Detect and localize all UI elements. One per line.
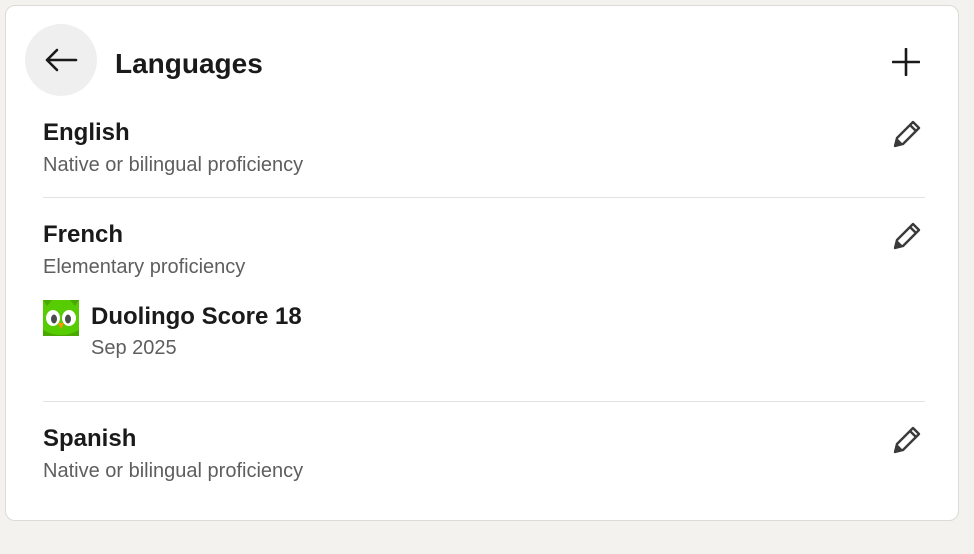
edit-spanish-button[interactable] xyxy=(889,422,925,458)
add-language-button[interactable] xyxy=(886,42,926,82)
language-item-french: French Elementary proficiency xyxy=(43,220,925,281)
divider xyxy=(43,197,925,198)
divider xyxy=(43,401,925,402)
language-name: Spanish xyxy=(43,425,137,452)
page-title: Languages xyxy=(115,48,263,79)
plus-icon xyxy=(892,48,920,76)
language-item-spanish: Spanish Native or bilingual proficiency xyxy=(43,424,925,485)
language-name: English xyxy=(43,119,130,146)
edit-french-button[interactable] xyxy=(889,218,925,254)
language-proficiency: Native or bilingual proficiency xyxy=(43,154,304,176)
language-item-english: English Native or bilingual proficiency xyxy=(43,118,925,179)
pencil-icon xyxy=(893,120,921,148)
certification-date: Sep 2025 xyxy=(91,337,177,359)
languages-card: Languages English Native or bilingual pr… xyxy=(5,5,959,521)
arrow-left-icon xyxy=(45,48,78,72)
certification-name: Duolingo Score 18 xyxy=(91,303,302,330)
pencil-icon xyxy=(893,222,921,250)
back-button[interactable] xyxy=(25,24,97,96)
language-proficiency: Elementary proficiency xyxy=(43,256,246,278)
language-proficiency: Native or bilingual proficiency xyxy=(43,460,304,482)
pencil-icon xyxy=(893,426,921,454)
duolingo-logo-icon xyxy=(43,300,79,336)
edit-english-button[interactable] xyxy=(889,116,925,152)
language-name: French xyxy=(43,221,124,248)
certification-item: Duolingo Score 18 Sep 2025 xyxy=(43,300,302,362)
